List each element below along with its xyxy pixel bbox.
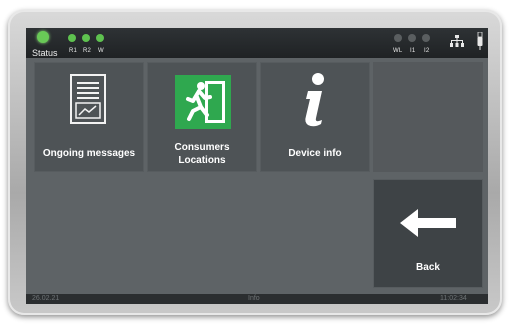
w-led-icon (96, 34, 104, 42)
network-icon (450, 35, 464, 47)
date-text: 26.02.21 (32, 295, 60, 302)
back-label: Back (416, 262, 440, 273)
device-info-label: Device info (288, 148, 342, 159)
device-info-tile[interactable]: Device info (260, 62, 370, 172)
info-icon (305, 73, 324, 127)
screen-title: Info (248, 295, 260, 302)
r1-label: R1 (69, 48, 78, 54)
consumers-locations-tile[interactable]: Consumers Locations (147, 62, 257, 172)
wl-led-icon (394, 34, 402, 42)
i2-led-icon (422, 34, 430, 42)
emergency-exit-icon (175, 75, 231, 129)
time-text: 11:02:34 (440, 295, 467, 302)
ongoing-messages-label: Ongoing messages (42, 148, 136, 159)
empty-tile (373, 62, 483, 172)
usb-icon (477, 32, 483, 50)
ongoing-messages-tile[interactable]: Ongoing messages (34, 62, 144, 172)
consumers-label: Consumers (174, 142, 230, 153)
bottom-bar: 26.02.21 Info 11:02:34 (26, 294, 488, 304)
i1-led-icon (408, 34, 416, 42)
w-label: W (98, 48, 104, 54)
status-bar: Status R1 R2 W WL I1 I2 (26, 28, 488, 58)
back-button[interactable]: Back (373, 179, 483, 288)
locations-label: Locations (178, 155, 226, 166)
status-label: Status (32, 48, 58, 58)
r2-led-icon (82, 34, 90, 42)
status-led-icon (37, 31, 49, 43)
i1-label: I1 (410, 48, 416, 54)
touch-screen: Status R1 R2 W WL I1 I2 Ongoing messages… (26, 28, 488, 304)
report-document-icon (70, 74, 106, 124)
r2-label: R2 (83, 48, 92, 54)
left-arrow-icon (400, 209, 456, 237)
r1-led-icon (68, 34, 76, 42)
wl-label: WL (393, 48, 403, 54)
i2-label: I2 (424, 48, 430, 54)
